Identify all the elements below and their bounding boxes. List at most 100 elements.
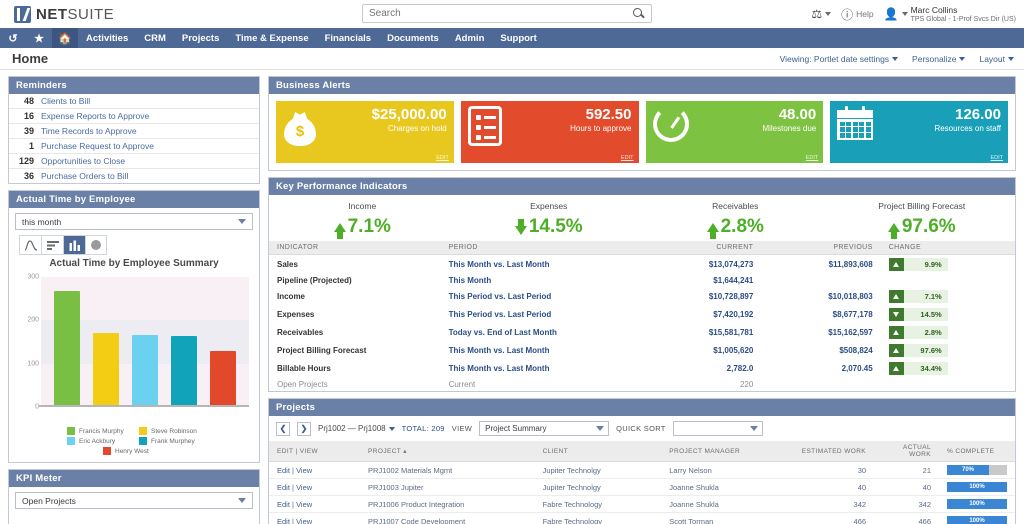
view-link[interactable]: View bbox=[296, 466, 312, 475]
kpi-table-row[interactable]: ReceivablesToday vs. End of Last Month$1… bbox=[269, 323, 1015, 341]
kpi-period[interactable]: Today vs. End of Last Month bbox=[441, 323, 642, 341]
chart-bar[interactable] bbox=[132, 335, 158, 407]
nav-item-crm[interactable]: CRM bbox=[136, 28, 174, 48]
reminder-label[interactable]: Time Records to Approve bbox=[41, 126, 137, 136]
netsuite-logo[interactable]: NETSUITE bbox=[8, 6, 114, 23]
kpi-tile[interactable]: Income7.1% bbox=[269, 201, 456, 238]
nav-item-support[interactable]: Support bbox=[492, 28, 544, 48]
kpi-tile[interactable]: Project Billing Forecast97.6% bbox=[829, 201, 1016, 238]
area-chart-icon[interactable] bbox=[19, 235, 41, 255]
quick-add-button[interactable]: ⚖ bbox=[811, 7, 831, 21]
kpi-meter-select[interactable]: Open Projects bbox=[15, 492, 253, 509]
kpi-tile[interactable]: Expenses14.5% bbox=[456, 201, 643, 238]
alert-edit-link[interactable]: EDIT bbox=[621, 155, 634, 161]
chart-legend-item[interactable]: Frank Murphey bbox=[139, 437, 201, 445]
help-button[interactable]: ⓘ Help bbox=[841, 6, 874, 23]
alert-edit-link[interactable]: EDIT bbox=[990, 155, 1003, 161]
reminder-row[interactable]: 39Time Records to Approve bbox=[9, 124, 259, 139]
nav-item-admin[interactable]: Admin bbox=[447, 28, 493, 48]
table-row[interactable]: Edit | ViewPRJ1006 Product IntegrationFa… bbox=[269, 496, 1015, 513]
business-alert-card[interactable]: 592.50Hours to approveEDIT bbox=[461, 101, 639, 163]
kpi-period[interactable]: This Period vs. Last Period bbox=[441, 287, 642, 305]
kpi-period[interactable]: This Period vs. Last Period bbox=[441, 305, 642, 323]
chart-legend-item[interactable]: Francis Murphy bbox=[67, 427, 129, 435]
edit-link[interactable]: Edit bbox=[277, 483, 290, 492]
kpi-period[interactable]: Current bbox=[441, 377, 642, 391]
project-col-header[interactable]: CLIENT bbox=[535, 441, 662, 462]
edit-link[interactable]: Edit bbox=[277, 466, 290, 475]
kpi-table-row[interactable]: Pipeline (Projected)This Month$1,644,241 bbox=[269, 273, 1015, 287]
project-col-header[interactable]: PROJECT MANAGER bbox=[661, 441, 787, 462]
pie-chart-icon[interactable] bbox=[85, 235, 107, 255]
kpi-period[interactable]: This Month vs. Last Month bbox=[441, 255, 642, 274]
reminder-row[interactable]: 16Expense Reports to Approve bbox=[9, 109, 259, 124]
reminder-label[interactable]: Opportunities to Close bbox=[41, 156, 125, 166]
favorites-icon[interactable]: ★ bbox=[26, 28, 52, 48]
chart-bar[interactable] bbox=[93, 333, 119, 407]
prev-page-button[interactable]: ❮ bbox=[276, 422, 290, 436]
kpi-period[interactable]: This Month vs. Last Month bbox=[441, 341, 642, 359]
reminder-row[interactable]: 36Purchase Orders to Bill bbox=[9, 169, 259, 183]
business-alert-card[interactable]: 48.00Milestones dueEDIT bbox=[646, 101, 824, 163]
quick-sort-select[interactable] bbox=[673, 421, 763, 436]
chart-legend-item[interactable]: Eric Ackbury bbox=[67, 437, 129, 445]
kpi-table-row[interactable]: ExpensesThis Period vs. Last Period$7,42… bbox=[269, 305, 1015, 323]
search-icon[interactable] bbox=[631, 6, 647, 22]
business-alert-card[interactable]: 126.00Resources on staffEDIT bbox=[830, 101, 1008, 163]
kpi-table-row[interactable]: Open ProjectsCurrent220 bbox=[269, 377, 1015, 391]
reminder-label[interactable]: Purchase Orders to Bill bbox=[41, 171, 128, 181]
kpi-period[interactable]: This Month vs. Last Month bbox=[441, 359, 642, 377]
reminder-row[interactable]: 48Clients to Bill bbox=[9, 94, 259, 109]
chart-bar[interactable] bbox=[171, 336, 197, 408]
nav-item-financials[interactable]: Financials bbox=[317, 28, 379, 48]
nav-item-activities[interactable]: Activities bbox=[78, 28, 136, 48]
nav-item-documents[interactable]: Documents bbox=[379, 28, 447, 48]
chart-bar[interactable] bbox=[54, 291, 80, 407]
layout-button[interactable]: Layout bbox=[979, 54, 1014, 64]
kpi-period[interactable]: This Month bbox=[441, 273, 642, 287]
personalize-button[interactable]: Personalize bbox=[912, 54, 965, 64]
chart-legend-item[interactable]: Steve Robinson bbox=[139, 427, 201, 435]
view-link[interactable]: View bbox=[296, 483, 312, 492]
reminder-row[interactable]: 129Opportunities to Close bbox=[9, 154, 259, 169]
next-page-button[interactable]: ❯ bbox=[297, 422, 311, 436]
portlet-date-settings-button[interactable]: Viewing: Portlet date settings bbox=[780, 54, 898, 64]
bar-vertical-icon[interactable] bbox=[63, 235, 85, 255]
period-select[interactable]: this month bbox=[15, 213, 253, 230]
reminder-row[interactable]: 1Purchase Request to Approve bbox=[9, 139, 259, 154]
table-row[interactable]: Edit | ViewPRJ1003 JupiterJupiter Techno… bbox=[269, 479, 1015, 496]
chart-bar[interactable] bbox=[210, 351, 236, 407]
chart-legend-item[interactable]: Henry West bbox=[103, 447, 165, 455]
recent-records-icon[interactable]: ↺ bbox=[0, 28, 26, 48]
reminder-label[interactable]: Expense Reports to Approve bbox=[41, 111, 149, 121]
search-input[interactable] bbox=[363, 8, 631, 19]
home-icon[interactable]: 🏠 bbox=[52, 28, 78, 48]
project-col-header[interactable]: PROJECT ▴ bbox=[360, 441, 535, 462]
edit-link[interactable]: Edit bbox=[277, 517, 290, 524]
view-select[interactable]: Project Summary bbox=[479, 421, 609, 436]
project-col-header[interactable]: ACTUAL WORK bbox=[874, 441, 939, 462]
alert-edit-link[interactable]: EDIT bbox=[806, 155, 819, 161]
kpi-table-row[interactable]: IncomeThis Period vs. Last Period$10,728… bbox=[269, 287, 1015, 305]
reminder-label[interactable]: Clients to Bill bbox=[41, 96, 90, 106]
reminder-label[interactable]: Purchase Request to Approve bbox=[41, 141, 154, 151]
view-link[interactable]: View bbox=[296, 500, 312, 509]
table-row[interactable]: Edit | ViewPRJ1007 Code DevelopmentFabre… bbox=[269, 513, 1015, 524]
kpi-table-row[interactable]: SalesThis Month vs. Last Month$13,074,27… bbox=[269, 255, 1015, 274]
kpi-table-row[interactable]: Project Billing ForecastThis Month vs. L… bbox=[269, 341, 1015, 359]
nav-item-projects[interactable]: Projects bbox=[174, 28, 228, 48]
project-col-header[interactable]: ESTIMATED WORK bbox=[788, 441, 874, 462]
project-col-header[interactable]: EDIT | VIEW bbox=[269, 441, 360, 462]
kpi-table-row[interactable]: Billable HoursThis Month vs. Last Month2… bbox=[269, 359, 1015, 377]
global-search[interactable] bbox=[362, 4, 652, 23]
table-row[interactable]: Edit | ViewPRJ1002 Materials MgmtJupiter… bbox=[269, 462, 1015, 479]
nav-item-time-expense[interactable]: Time & Expense bbox=[227, 28, 316, 48]
project-range-selector[interactable]: Prj1002 — Prj1008 bbox=[318, 424, 395, 433]
project-col-header[interactable]: % COMPLETE bbox=[939, 441, 1015, 462]
user-menu[interactable]: 👤 Marc Collins TPS Global - 1-Prof Svcs … bbox=[884, 5, 1016, 24]
kpi-tile[interactable]: Receivables2.8% bbox=[642, 201, 829, 238]
view-link[interactable]: View bbox=[296, 517, 312, 524]
business-alert-card[interactable]: $$25,000.00Charges on holdEDIT bbox=[276, 101, 454, 163]
bar-horizontal-icon[interactable] bbox=[41, 235, 63, 255]
edit-link[interactable]: Edit bbox=[277, 500, 290, 509]
